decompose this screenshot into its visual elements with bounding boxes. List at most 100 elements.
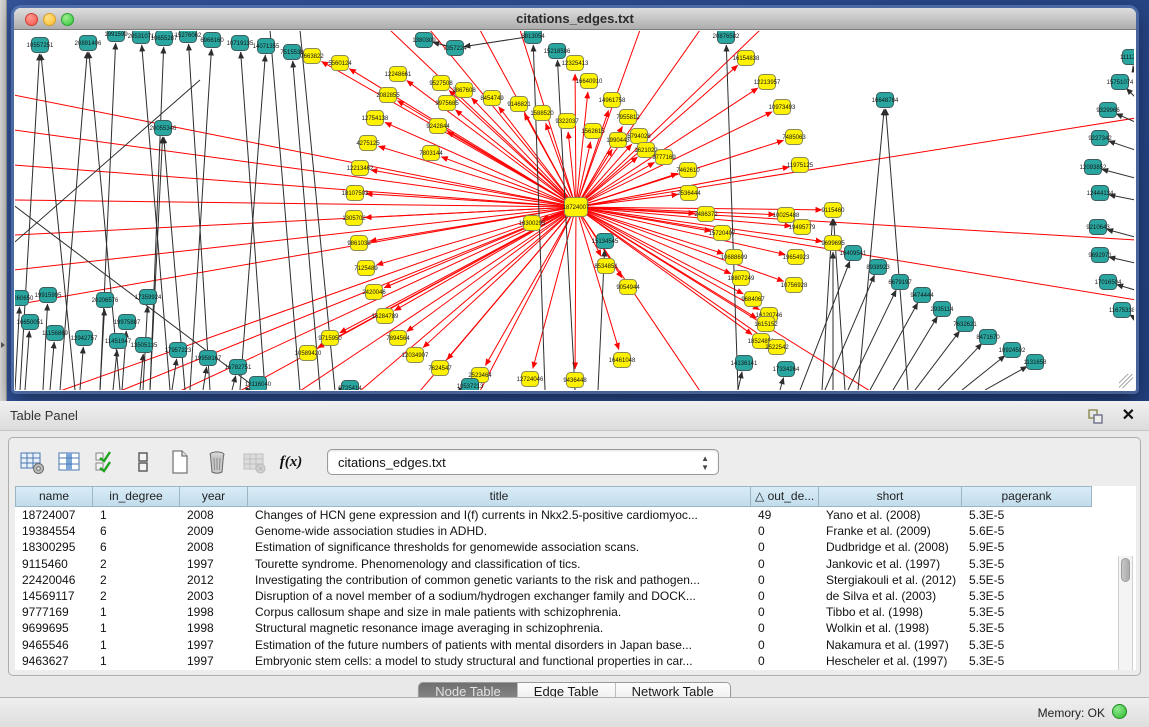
graph-node[interactable]	[155, 121, 172, 136]
graph-node[interactable]	[870, 260, 887, 275]
graph-node[interactable]	[549, 44, 566, 59]
graph-node[interactable]	[585, 124, 602, 139]
graph-node[interactable]	[522, 372, 539, 387]
graph-node[interactable]	[462, 379, 479, 394]
table-row[interactable]: 969969511998Structural magnetic resonanc…	[15, 620, 1136, 636]
column-visibility-icon[interactable]	[54, 447, 84, 477]
graph-node[interactable]	[914, 288, 931, 303]
graph-node[interactable]	[598, 259, 615, 274]
graph-node[interactable]	[792, 158, 809, 173]
graph-node[interactable]	[407, 348, 424, 363]
graph-node[interactable]	[367, 111, 384, 126]
graph-node[interactable]	[638, 143, 655, 158]
column-header-title[interactable]: title	[248, 486, 751, 507]
column-header-out_de[interactable]: △ out_de...	[751, 486, 819, 507]
graph-node[interactable]	[456, 83, 473, 98]
new-table-icon[interactable]	[165, 447, 195, 477]
graph-node[interactable]	[204, 33, 221, 48]
row-height-icon[interactable]	[128, 447, 158, 477]
graph-node[interactable]	[352, 161, 369, 176]
graph-node[interactable]	[40, 288, 57, 303]
graph-node[interactable]	[698, 207, 715, 222]
graph-node[interactable]	[300, 346, 317, 361]
graph-node[interactable]	[156, 31, 173, 46]
graph-node[interactable]	[736, 356, 753, 371]
graph-node[interactable]	[934, 302, 951, 317]
graph-node[interactable]	[759, 75, 776, 90]
graph-node[interactable]	[1092, 186, 1109, 201]
graph-node[interactable]	[559, 114, 576, 129]
graph-node[interactable]	[786, 278, 803, 293]
graph-node[interactable]	[342, 381, 359, 396]
graph-node[interactable]	[390, 331, 407, 346]
graph-node[interactable]	[230, 360, 247, 375]
graph-node[interactable]	[1112, 75, 1129, 90]
graph-node[interactable]	[390, 67, 407, 82]
graph-node[interactable]	[377, 309, 394, 324]
graph-node[interactable]	[778, 208, 795, 223]
window-titlebar[interactable]: citations_edges.txt	[14, 8, 1136, 30]
graph-node[interactable]	[1090, 220, 1107, 235]
graph-node[interactable]	[726, 250, 743, 265]
table-scrollbar[interactable]	[1118, 556, 1133, 670]
graph-node[interactable]	[136, 338, 153, 353]
graph-node[interactable]	[366, 285, 383, 300]
graph-node[interactable]	[825, 236, 842, 251]
graph-node[interactable]	[1085, 160, 1102, 175]
graph-node[interactable]	[284, 45, 301, 60]
graph-node[interactable]	[758, 317, 775, 332]
table-row[interactable]: 946362711997Embryonic stem cells: a mode…	[15, 653, 1136, 669]
column-header-pagerank[interactable]: pagerank	[962, 486, 1092, 507]
graph-node[interactable]	[351, 236, 368, 251]
graph-node[interactable]	[484, 91, 501, 106]
graph-node[interactable]	[567, 56, 584, 71]
graph-node[interactable]	[745, 292, 762, 307]
graph-node[interactable]	[322, 331, 339, 346]
graph-node[interactable]	[80, 36, 97, 51]
graph-node[interactable]	[534, 106, 551, 121]
graph-node[interactable]	[631, 129, 648, 144]
table-row[interactable]: 2242004622012Investigating the contribut…	[15, 572, 1136, 588]
table-row[interactable]: 1938455462009Genome-wide association stu…	[15, 523, 1136, 539]
graph-node[interactable]	[1004, 343, 1021, 358]
graph-node[interactable]	[788, 250, 805, 265]
graph-node[interactable]	[97, 293, 114, 308]
graph-node[interactable]	[714, 226, 731, 241]
column-header-year[interactable]: year	[180, 486, 248, 507]
graph-node[interactable]	[250, 377, 267, 392]
graph-node[interactable]	[347, 186, 364, 201]
graph-node[interactable]	[1092, 131, 1109, 146]
graph-node[interactable]	[1100, 103, 1117, 118]
column-header-name[interactable]: name	[15, 486, 93, 507]
graph-node[interactable]	[656, 150, 673, 165]
graph-node[interactable]	[733, 271, 750, 286]
delete-table-icon[interactable]	[202, 447, 232, 477]
import-table-icon[interactable]	[239, 447, 269, 477]
graph-node[interactable]	[232, 36, 249, 51]
table-row[interactable]: 946554611997Estimation of the future num…	[15, 637, 1136, 653]
graph-node[interactable]	[423, 146, 440, 161]
attribute-table-settings-icon[interactable]	[17, 447, 47, 477]
close-panel-icon[interactable]: ✕	[1122, 406, 1135, 426]
graph-node[interactable]	[432, 361, 449, 376]
graph-node[interactable]	[140, 290, 157, 305]
graph-node[interactable]	[567, 373, 584, 388]
table-row[interactable]: 977716911998Corpus callosum shape and si…	[15, 604, 1136, 620]
graph-node[interactable]	[794, 220, 811, 235]
graph-node[interactable]	[416, 33, 433, 48]
graph-node[interactable]	[258, 39, 275, 54]
graph-node[interactable]	[439, 96, 456, 111]
window-resize-grip[interactable]	[1119, 374, 1133, 388]
graph-node[interactable]	[614, 353, 631, 368]
column-header-in_degree[interactable]: in_degree	[93, 486, 180, 507]
graph-node[interactable]	[47, 326, 64, 341]
graph-node[interactable]	[360, 136, 377, 151]
graph-node[interactable]	[76, 331, 93, 346]
graph-node[interactable]	[447, 41, 464, 56]
table-row[interactable]: 1456911722003Disruption of a novel membe…	[15, 588, 1136, 604]
graph-node[interactable]	[877, 93, 894, 108]
graph-node[interactable]	[433, 76, 450, 91]
table-selector-dropdown[interactable]: citations_edges.txt ▲▼	[327, 449, 719, 475]
graph-node[interactable]	[346, 211, 363, 226]
graph-node[interactable]	[769, 340, 786, 355]
